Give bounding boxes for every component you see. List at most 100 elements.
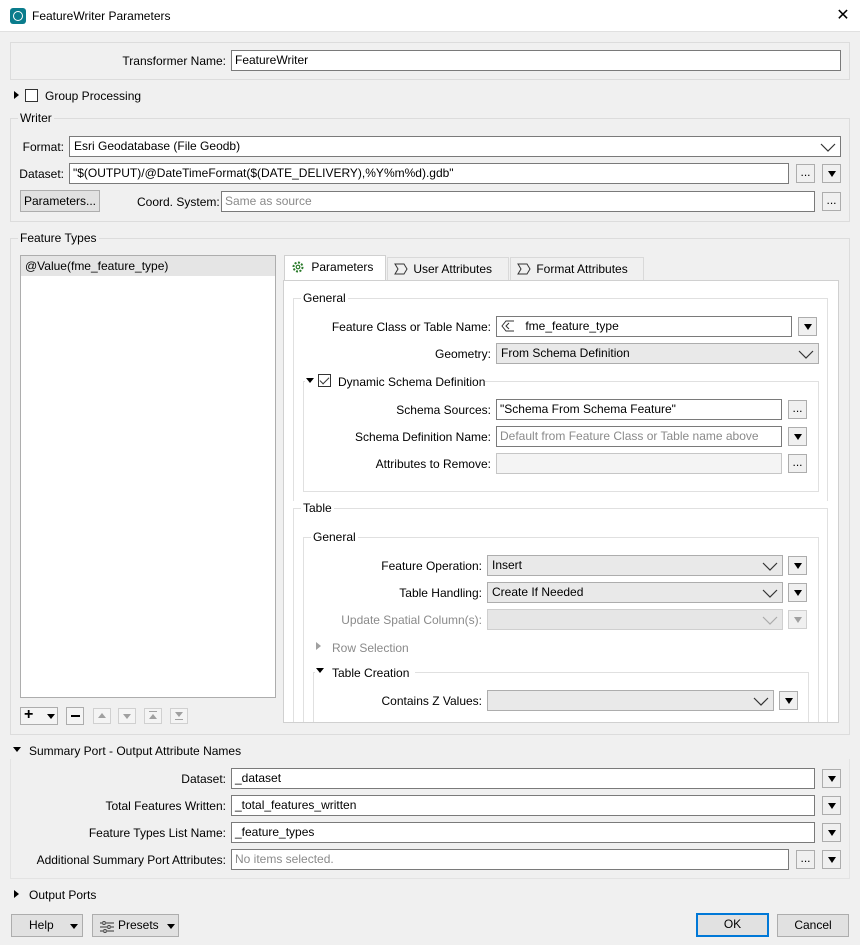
help-button[interactable]: Help: [11, 914, 83, 937]
dynamic-schema-label: Dynamic Schema Definition: [338, 375, 486, 389]
coord-system-browse-button[interactable]: ...: [822, 192, 841, 211]
dropdown-arrow-icon: [167, 924, 175, 929]
coord-system-label: Coord. System:: [137, 195, 220, 209]
schema-sources-input[interactable]: "Schema From Schema Feature": [496, 399, 782, 420]
contains-z-label: Contains Z Values:: [381, 694, 483, 708]
feature-class-value: fme_feature_type: [525, 319, 619, 333]
schema-definition-name-input[interactable]: Default from Feature Class or Table name…: [496, 426, 782, 447]
collapse-down-icon[interactable]: [306, 378, 314, 383]
add-feature-type-button[interactable]: +: [20, 706, 58, 725]
cancel-button[interactable]: Cancel: [777, 914, 849, 937]
geometry-label: Geometry:: [434, 347, 491, 361]
feature-class-menu-button[interactable]: [798, 317, 817, 336]
feature-operation-value: Insert: [492, 558, 523, 572]
dataset-menu-button[interactable]: [822, 164, 841, 183]
additional-summary-attributes-input[interactable]: No items selected.: [231, 849, 789, 870]
geometry-select[interactable]: From Schema Definition: [496, 343, 819, 364]
plus-icon: +: [24, 706, 34, 723]
chevron-down-icon: [753, 697, 769, 706]
dynamic-schema-checkbox[interactable]: [318, 374, 331, 387]
row-selection-label: Row Selection: [332, 641, 409, 655]
dropdown-arrow-icon: [803, 324, 812, 330]
chevron-down-icon: [762, 562, 778, 571]
update-spatial-columns-select[interactable]: [487, 609, 783, 630]
format-label: Format:: [22, 140, 64, 154]
dataset-browse-button[interactable]: ...: [796, 164, 815, 183]
tab-parameters[interactable]: Parameters: [284, 255, 386, 281]
feature-types-list[interactable]: @Value(fme_feature_type): [20, 255, 276, 698]
group-processing-checkbox[interactable]: [25, 89, 38, 102]
feature-types-list-name-input[interactable]: _feature_types: [231, 822, 815, 843]
parameters-button[interactable]: Parameters...: [20, 190, 100, 212]
general-legend: General: [301, 291, 348, 305]
dropdown-arrow-icon: [827, 857, 836, 863]
additional-summary-attributes-menu-button[interactable]: [822, 850, 841, 869]
update-spatial-columns-menu-button[interactable]: [788, 610, 807, 629]
schema-definition-name-menu-button[interactable]: [788, 427, 807, 446]
feature-operation-menu-button[interactable]: [788, 556, 807, 575]
summary-dataset-input[interactable]: _dataset: [231, 768, 815, 789]
contains-z-menu-button[interactable]: [779, 691, 798, 710]
group-processing-label: Group Processing: [45, 89, 142, 103]
minus-icon: [71, 715, 80, 717]
output-ports-header: Output Ports: [29, 888, 97, 902]
attributes-to-remove-input[interactable]: [496, 453, 782, 474]
table-general-legend: General: [311, 530, 358, 544]
coord-system-input[interactable]: Same as source: [221, 191, 815, 212]
contains-z-select[interactable]: [487, 690, 774, 711]
table-legend: Table: [301, 501, 334, 515]
feature-types-list-name-label: Feature Types List Name:: [88, 826, 226, 840]
format-select[interactable]: Esri Geodatabase (File Geodb): [69, 136, 841, 157]
close-icon[interactable]: ✕: [826, 4, 860, 28]
total-features-written-menu-button[interactable]: [822, 796, 841, 815]
total-features-written-input[interactable]: _total_features_written: [231, 795, 815, 816]
move-top-button[interactable]: [144, 708, 162, 724]
remove-feature-type-button[interactable]: [66, 707, 84, 725]
feature-types-list-name-menu-button[interactable]: [822, 823, 841, 842]
dropdown-arrow-icon: [70, 924, 78, 929]
move-bottom-icon: [175, 712, 183, 717]
dropdown-arrow-icon: [47, 714, 55, 719]
expand-right-icon[interactable]: [14, 890, 19, 898]
schema-sources-browse-button[interactable]: ...: [788, 400, 807, 419]
ok-button[interactable]: OK: [696, 913, 769, 937]
total-features-written-label: Total Features Written:: [105, 799, 227, 813]
attribute-icon: [517, 260, 531, 275]
expand-right-icon[interactable]: [316, 642, 321, 650]
additional-summary-attributes-browse-button[interactable]: ...: [796, 850, 815, 869]
presets-button[interactable]: Presets: [92, 914, 179, 937]
expand-right-icon[interactable]: [14, 91, 19, 99]
table-handling-select[interactable]: Create If Needed: [487, 582, 783, 603]
dataset-input[interactable]: "$(OUTPUT)/@DateTimeFormat($(DATE_DELIVE…: [69, 163, 789, 184]
help-button-label: Help: [29, 918, 54, 932]
schema-sources-label: Schema Sources:: [396, 403, 491, 417]
collapse-down-icon[interactable]: [316, 668, 324, 673]
collapse-down-icon[interactable]: [13, 747, 21, 752]
additional-summary-attributes-label: Additional Summary Port Attributes:: [36, 853, 226, 867]
transformer-name-input[interactable]: FeatureWriter: [231, 50, 841, 71]
schema-definition-name-label: Schema Definition Name:: [354, 430, 491, 444]
feature-type-item[interactable]: @Value(fme_feature_type): [21, 256, 275, 276]
chevron-down-icon: [820, 143, 836, 152]
tab-user-attributes[interactable]: User Attributes: [387, 257, 509, 281]
move-down-button[interactable]: [118, 708, 136, 724]
feature-operation-label: Feature Operation:: [381, 559, 482, 573]
move-up-button[interactable]: [93, 708, 111, 724]
format-value: Esri Geodatabase (File Geodb): [74, 139, 241, 153]
tab-format-attributes[interactable]: Format Attributes: [510, 257, 644, 281]
dropdown-arrow-icon: [784, 698, 793, 704]
feature-types-legend: Feature Types: [18, 231, 99, 245]
summary-dataset-menu-button[interactable]: [822, 769, 841, 788]
table-handling-menu-button[interactable]: [788, 583, 807, 602]
dropdown-arrow-icon: [827, 171, 836, 177]
window-title: FeatureWriter Parameters: [32, 9, 171, 23]
tab-format-attributes-label: Format Attributes: [536, 262, 628, 276]
feature-operation-select[interactable]: Insert: [487, 555, 783, 576]
move-bottom-button[interactable]: [170, 708, 188, 724]
table-handling-label: Table Handling:: [399, 586, 482, 600]
attributes-to-remove-label: Attributes to Remove:: [375, 457, 491, 471]
attributes-to-remove-browse-button[interactable]: ...: [788, 454, 807, 473]
gear-icon: [291, 259, 305, 273]
tab-user-attributes-label: User Attributes: [413, 262, 493, 276]
feature-class-input[interactable]: fme_feature_type: [496, 316, 792, 337]
